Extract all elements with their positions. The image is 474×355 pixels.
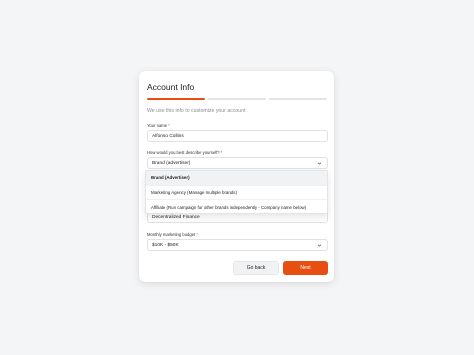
name-label-text: Your name [147, 123, 168, 128]
describe-select[interactable]: Brand (advertiser) [147, 157, 328, 169]
dropdown-option-agency[interactable]: Marketing Agency (Manage multiple brands… [146, 186, 327, 201]
required-mark: * [168, 123, 170, 128]
chevron-down-icon [317, 162, 322, 165]
next-button[interactable]: Next [283, 261, 328, 275]
progress-step-1 [147, 98, 205, 100]
describe-label-text: How would you best describe yourself? [147, 150, 220, 155]
describe-select-value: Brand (advertiser) [152, 160, 191, 166]
required-mark: * [196, 232, 198, 237]
dropdown-option-brand[interactable]: Brand (Advertiser) [146, 171, 327, 186]
dropdown-option-affiliate[interactable]: Affiliate (Run campaign for other brands… [146, 200, 327, 215]
budget-select[interactable]: $10K - $50K [147, 239, 328, 251]
required-mark: * [220, 150, 223, 155]
page-title: Account Info [147, 82, 195, 92]
chevron-down-icon [317, 244, 322, 247]
progress-step-2 [208, 98, 266, 100]
step-progress [147, 98, 327, 100]
budget-label: Monthly marketing budget* [147, 232, 198, 237]
name-input[interactable]: Alfonso Collins [147, 130, 328, 142]
budget-label-text: Monthly marketing budget [147, 232, 196, 237]
page-subtitle: We use this info to customize your accou… [147, 108, 246, 114]
name-label: Your name* [147, 123, 170, 128]
name-input-value: Alfonso Collins [152, 133, 184, 139]
industry-select-value: Decentralized Finance [152, 214, 200, 220]
progress-step-3 [269, 98, 327, 100]
budget-select-value: $10K - $50K [152, 242, 179, 248]
describe-label: How would you best describe yourself?* [147, 150, 222, 155]
go-back-button[interactable]: Go back [233, 261, 279, 275]
describe-dropdown-menu: Brand (Advertiser) Marketing Agency (Man… [145, 170, 328, 214]
